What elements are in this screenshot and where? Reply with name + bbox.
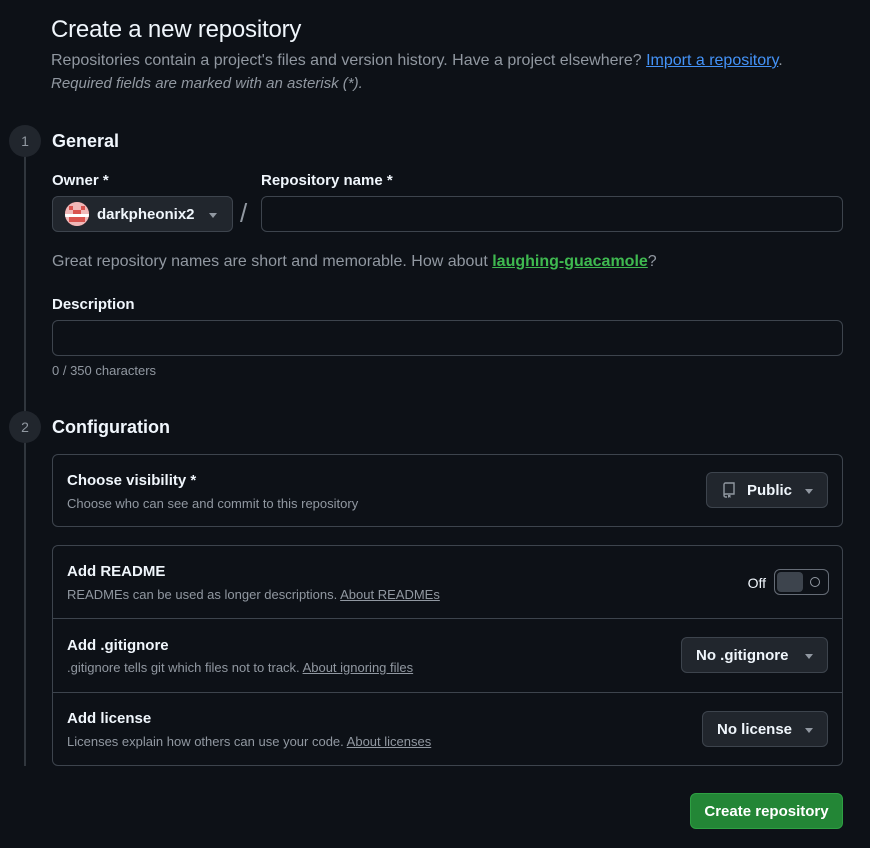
description-label: Description xyxy=(52,296,135,313)
page-subtitle: Repositories contain a project's files a… xyxy=(51,52,783,70)
subtitle-end: . xyxy=(778,52,783,69)
gitignore-title: Add .gitignore xyxy=(67,637,169,654)
row-divider xyxy=(53,618,842,619)
toggle-knob xyxy=(777,572,803,592)
license-description-text: Licenses explain how others can use your… xyxy=(67,734,347,749)
readme-toggle[interactable] xyxy=(774,569,829,595)
subtitle-text: Repositories contain a project's files a… xyxy=(51,52,647,69)
chevron-down-icon xyxy=(209,213,217,218)
repo-name-label: Repository name * xyxy=(261,172,393,189)
readme-description: READMEs can be used as longer descriptio… xyxy=(67,587,440,602)
readme-description-text: READMEs can be used as longer descriptio… xyxy=(67,587,341,602)
about-licenses-link[interactable]: About licenses xyxy=(347,734,432,749)
repo-name-hint: Great repository names are short and mem… xyxy=(52,253,657,271)
suggested-name-link[interactable]: laughing-guacamole xyxy=(492,253,648,270)
license-select[interactable]: No license xyxy=(702,711,828,747)
required-fields-note: Required fields are marked with an aster… xyxy=(51,75,363,92)
step-2-circle: 2 xyxy=(9,411,41,443)
circle-off-icon xyxy=(810,577,820,587)
about-readmes-link[interactable]: About READMEs xyxy=(340,587,440,602)
gitignore-description-text: .gitignore tells git which files not to … xyxy=(67,660,303,675)
import-repository-link[interactable]: Import a repository xyxy=(646,52,778,69)
repository-options-panel: Add README READMEs can be used as longer… xyxy=(52,545,843,766)
row-divider xyxy=(53,692,842,693)
license-title: Add license xyxy=(67,710,152,727)
timeline-line xyxy=(24,140,26,766)
owner-value: darkpheonix2 xyxy=(97,205,195,223)
readme-toggle-state: Off xyxy=(747,575,766,591)
gitignore-value: No .gitignore xyxy=(696,646,789,664)
license-description: Licenses explain how others can use your… xyxy=(67,734,431,749)
visibility-panel: Choose visibility * Choose who can see a… xyxy=(52,454,843,527)
visibility-value: Public xyxy=(747,481,793,499)
visibility-title: Choose visibility * xyxy=(67,472,197,489)
chevron-down-icon xyxy=(805,654,813,659)
repo-name-input[interactable] xyxy=(261,196,843,232)
hint-prefix: Great repository names are short and mem… xyxy=(52,253,493,270)
readme-title: Add README xyxy=(67,563,166,580)
visibility-description: Choose who can see and commit to this re… xyxy=(67,496,359,511)
gitignore-select[interactable]: No .gitignore xyxy=(681,637,828,673)
gitignore-description: .gitignore tells git which files not to … xyxy=(67,660,413,675)
create-repository-button[interactable]: Create repository xyxy=(690,793,843,829)
description-char-count: 0 / 350 characters xyxy=(52,363,157,378)
configuration-section-title: Configuration xyxy=(52,417,170,437)
chevron-down-icon xyxy=(805,489,813,494)
step-1-circle: 1 xyxy=(9,125,41,157)
page-title: Create a new repository xyxy=(51,16,302,43)
owner-select[interactable]: darkpheonix2 xyxy=(52,196,233,232)
repo-icon xyxy=(721,482,737,498)
visibility-select[interactable]: Public xyxy=(706,472,828,508)
owner-label: Owner * xyxy=(52,172,109,189)
owner-avatar xyxy=(65,202,89,226)
general-section-title: General xyxy=(52,131,120,151)
hint-suffix: ? xyxy=(647,253,657,270)
owner-repo-separator: / xyxy=(240,198,248,228)
chevron-down-icon xyxy=(805,728,813,733)
about-ignoring-files-link[interactable]: About ignoring files xyxy=(303,660,414,675)
create-repository-page: Create a new repository Repositories con… xyxy=(0,0,870,848)
license-value: No license xyxy=(717,720,793,738)
description-input[interactable] xyxy=(52,320,843,356)
